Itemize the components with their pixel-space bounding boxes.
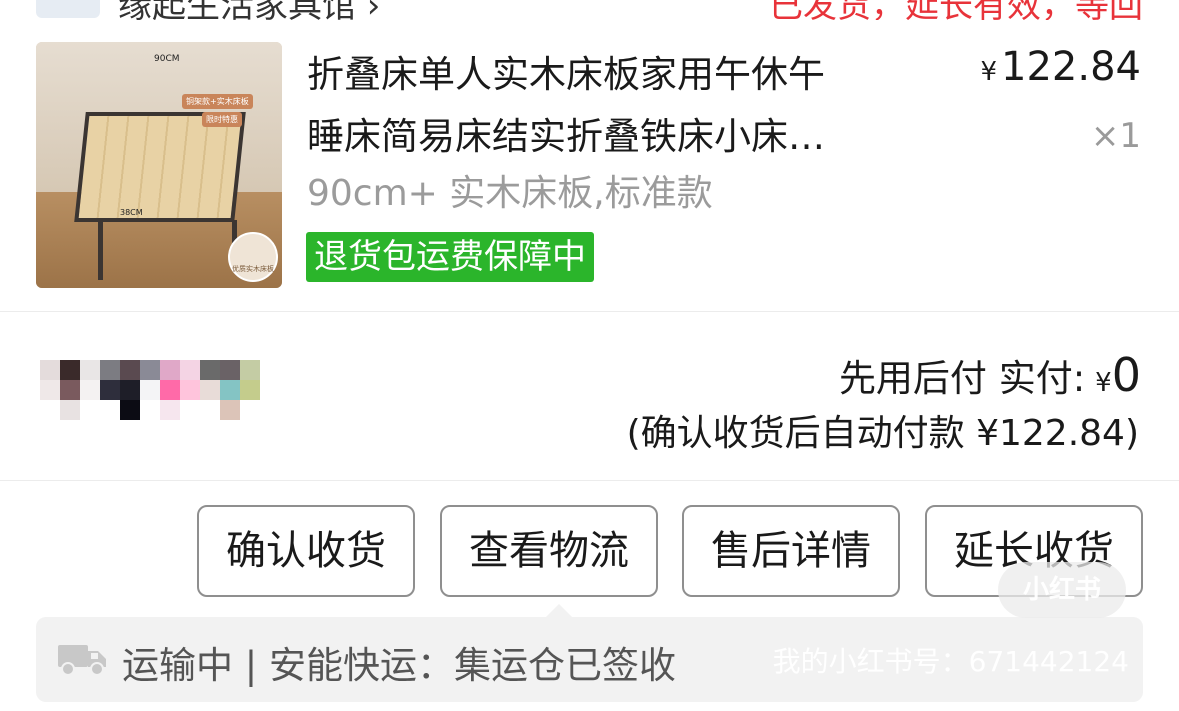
confirm-receipt-button[interactable]: 确认收货 bbox=[197, 505, 415, 597]
payment-label: 先用后付 实付: bbox=[838, 357, 1086, 400]
logistics-status-text: 运输中 | 安能快运：集运仓已签收 bbox=[122, 644, 676, 687]
order-status: 已发货，延长有效，等回 bbox=[769, 0, 1143, 20]
truck-icon bbox=[58, 645, 106, 676]
product-quantity: ×1 bbox=[1090, 116, 1141, 156]
image-thumbnail-circle bbox=[228, 232, 278, 282]
shop-avatar[interactable] bbox=[36, 0, 100, 18]
logistics-pointer bbox=[545, 604, 573, 618]
product-image[interactable]: 90CM 铜架款+实木床板 限时特惠 38CM 优质实木床板 bbox=[36, 42, 282, 288]
auto-payment-note: (确认收货后自动付款 ¥122.84) bbox=[626, 413, 1139, 454]
actual-payment: 先用后付 实付: ¥0 bbox=[839, 348, 1141, 402]
image-tag: 铜架款+实木床板 bbox=[182, 94, 253, 109]
product-price: ¥122.84 bbox=[980, 44, 1141, 90]
after-sale-details-button[interactable]: 售后详情 bbox=[682, 505, 900, 597]
product-variant: 90cm+ 实木床板,标准款 bbox=[307, 173, 713, 214]
product-title-line: 折叠床单人实木床板家用午休午 bbox=[307, 53, 825, 96]
image-tag: 限时特惠 bbox=[202, 112, 242, 127]
payment-amount: 0 bbox=[1111, 348, 1141, 402]
watermark-logo: 小红书 bbox=[998, 562, 1126, 618]
view-logistics-button[interactable]: 查看物流 bbox=[440, 505, 658, 597]
image-width-label: 90CM bbox=[154, 54, 180, 64]
price-value: 122.84 bbox=[1001, 44, 1141, 90]
currency-symbol: ¥ bbox=[1095, 368, 1112, 398]
product-title[interactable]: 折叠床单人实木床板家用午休午 睡床简易床结实折叠铁床小床… bbox=[307, 44, 917, 168]
image-circle-label: 优质实木床板 bbox=[232, 265, 274, 273]
shop-header[interactable]: 缘起生活家具馆 › 已发货，延长有效，等回 bbox=[0, 0, 1179, 20]
shop-name[interactable]: 缘起生活家具馆 › bbox=[118, 0, 380, 20]
divider bbox=[0, 311, 1179, 312]
divider bbox=[0, 480, 1179, 481]
masked-content bbox=[40, 360, 260, 420]
image-height-label: 38CM bbox=[120, 208, 143, 217]
currency-symbol: ¥ bbox=[980, 57, 998, 87]
bed-illustration bbox=[74, 112, 246, 222]
watermark-text: 我的小红书号：671442124 bbox=[772, 645, 1129, 678]
return-shipping-badge: 退货包运费保障中 bbox=[306, 232, 594, 282]
product-title-line: 睡床简易床结实折叠铁床小床… bbox=[307, 115, 825, 158]
